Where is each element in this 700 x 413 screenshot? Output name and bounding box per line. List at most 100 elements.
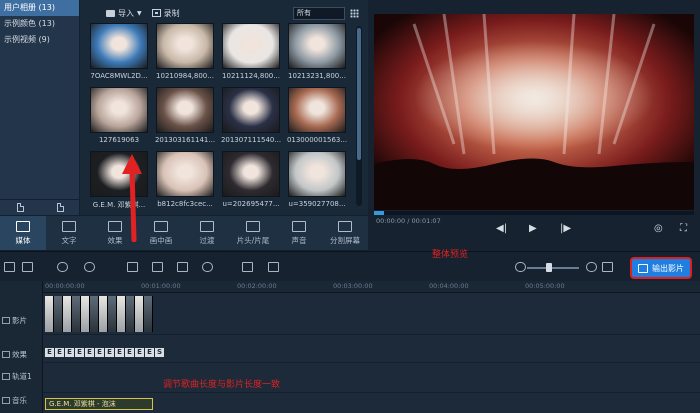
track-icon — [2, 373, 10, 380]
zoom-slider[interactable] — [527, 267, 579, 269]
redo-icon[interactable] — [84, 262, 95, 272]
effect-marker[interactable]: E — [75, 348, 84, 357]
tool-tab-icon — [246, 220, 260, 232]
track-header[interactable]: 影片 — [0, 315, 43, 326]
video-clip[interactable] — [144, 296, 153, 332]
tool-tab[interactable]: 文字 — [46, 216, 92, 250]
thumbnail-caption: 10211124,800... — [222, 72, 280, 80]
snapshot-icon[interactable]: ◎ — [654, 222, 663, 236]
sidebar-item-sample-colors[interactable]: 示例颜色 (13) — [0, 16, 79, 32]
library-scrollbar[interactable] — [356, 26, 362, 206]
track-header[interactable]: 轨道1 — [0, 371, 43, 382]
library-scroll-thumb[interactable] — [357, 28, 361, 160]
media-thumbnail[interactable]: 013000001563... — [286, 87, 348, 149]
tool-tab[interactable]: 过渡 — [184, 216, 230, 250]
media-thumbnail[interactable]: 127619063 — [88, 87, 150, 149]
track-header[interactable]: 效果 — [0, 349, 43, 360]
new-album-icon[interactable] — [16, 203, 24, 212]
video-clip[interactable] — [117, 296, 126, 332]
video-clip[interactable] — [135, 296, 144, 332]
media-thumbnail[interactable]: 10213231,800... — [286, 23, 348, 85]
video-clip[interactable] — [90, 296, 99, 332]
zoom-slider-knob[interactable] — [546, 263, 552, 272]
effect-marker[interactable]: S — [155, 348, 164, 357]
tool-tab[interactable]: 声音 — [276, 216, 322, 250]
delete-album-icon[interactable] — [56, 203, 64, 212]
ruler-label: 00:02:00:00 — [237, 282, 277, 290]
effect-marker[interactable]: E — [125, 348, 134, 357]
track-view-icon[interactable] — [4, 262, 15, 272]
grid-view-icon[interactable] — [350, 9, 359, 18]
track-label: 效果 — [12, 350, 27, 359]
tool-tab[interactable]: 片头/片尾 — [230, 216, 276, 250]
fullscreen-icon[interactable]: ⛶ — [680, 222, 687, 236]
video-clip[interactable] — [81, 296, 90, 332]
video-clip-strip[interactable] — [45, 296, 153, 332]
thumbnail-image — [288, 23, 346, 69]
thumbnail-image — [222, 23, 280, 69]
ruler-label: 00:05:00:00 — [525, 282, 565, 290]
media-thumbnail[interactable]: 201303161141... — [154, 87, 216, 149]
thumbnail-caption: 201307111540... — [220, 136, 282, 144]
previous-frame-icon[interactable]: ◀︎| — [496, 222, 507, 236]
ruler-label: 00:03:00:00 — [333, 282, 373, 290]
media-thumbnail[interactable]: u=359027708... — [286, 151, 348, 213]
effect-marker[interactable]: E — [85, 348, 94, 357]
effect-marker[interactable]: E — [65, 348, 74, 357]
effect-marker[interactable]: E — [95, 348, 104, 357]
record-label: 录制 — [163, 8, 180, 18]
tool-tab[interactable]: 分割屏幕 — [322, 216, 368, 250]
next-frame-icon[interactable]: |▶︎ — [560, 222, 571, 236]
media-thumbnail[interactable]: 7OAC8MWL2D... — [88, 23, 150, 85]
media-thumbnail[interactable]: 10210984,800... — [154, 23, 216, 85]
effect-marker[interactable]: E — [135, 348, 144, 357]
effect-marker[interactable]: E — [45, 348, 54, 357]
music-clip[interactable]: G.E.M. 邓紫棋 - 泡沫 — [45, 398, 153, 410]
video-clip[interactable] — [63, 296, 72, 332]
fit-project-icon[interactable] — [602, 262, 613, 272]
media-thumbnail[interactable]: 201307111540... — [220, 87, 282, 149]
video-clip[interactable] — [72, 296, 81, 332]
sidebar-item-user-album[interactable]: 用户相册 (13) — [0, 0, 79, 16]
thumbnail-image — [90, 23, 148, 69]
tool-tab-label: 过渡 — [199, 235, 215, 245]
zoom-out-icon[interactable] — [515, 262, 526, 272]
preview-progress-bar[interactable] — [374, 211, 694, 215]
play-icon[interactable]: ▶ — [529, 222, 537, 236]
video-clip[interactable] — [54, 296, 63, 332]
thumbnail-caption: 127619063 — [98, 136, 140, 144]
track-manager-icon[interactable] — [268, 262, 279, 272]
microphone-icon[interactable] — [202, 262, 213, 272]
app-window: 用户相册 (13) 示例颜色 (13) 示例视频 (9) 导入 ▼ 录制 所有 … — [0, 0, 700, 413]
video-clip[interactable] — [126, 296, 135, 332]
import-button[interactable]: 导入 ▼ — [106, 8, 142, 19]
media-thumbnail[interactable]: b812c8fc3cec... — [154, 151, 216, 213]
media-thumbnail[interactable]: 10211124,800... — [220, 23, 282, 85]
sidebar-footer — [0, 199, 80, 215]
video-clip[interactable] — [108, 296, 117, 332]
cut-icon[interactable] — [152, 262, 163, 272]
storyboard-view-icon[interactable] — [22, 262, 33, 272]
effect-marker[interactable]: E — [55, 348, 64, 357]
ruler-label: 00:00:00:00 — [45, 282, 85, 290]
media-thumbnail[interactable]: u=202695477... — [220, 151, 282, 213]
zoom-in-icon[interactable] — [586, 262, 597, 272]
export-movie-button[interactable]: 输出影片 — [630, 257, 692, 279]
undo-icon[interactable] — [57, 262, 68, 272]
track-header[interactable]: 音乐 — [0, 395, 43, 406]
tool-tab[interactable]: 媒体 — [0, 216, 46, 250]
tool-tab-label: 声音 — [291, 235, 307, 245]
effect-marker[interactable]: E — [115, 348, 124, 357]
timeline-ruler[interactable]: 00:00:00:00 00:01:00:00 00:02:00:00 00:03:0… — [43, 281, 700, 293]
sidebar-item-sample-videos[interactable]: 示例视频 (9) — [0, 32, 79, 48]
effect-marker[interactable]: E — [105, 348, 114, 357]
video-clip[interactable] — [99, 296, 108, 332]
capture-icon[interactable] — [242, 262, 253, 272]
edit-clip-icon[interactable] — [127, 262, 138, 272]
tool-tab-icon — [338, 220, 352, 232]
effect-marker[interactable]: E — [145, 348, 154, 357]
video-clip[interactable] — [45, 296, 54, 332]
record-button[interactable]: 录制 — [151, 8, 180, 19]
delete-icon[interactable] — [177, 262, 188, 272]
media-filter-select[interactable]: 所有 — [293, 7, 345, 20]
